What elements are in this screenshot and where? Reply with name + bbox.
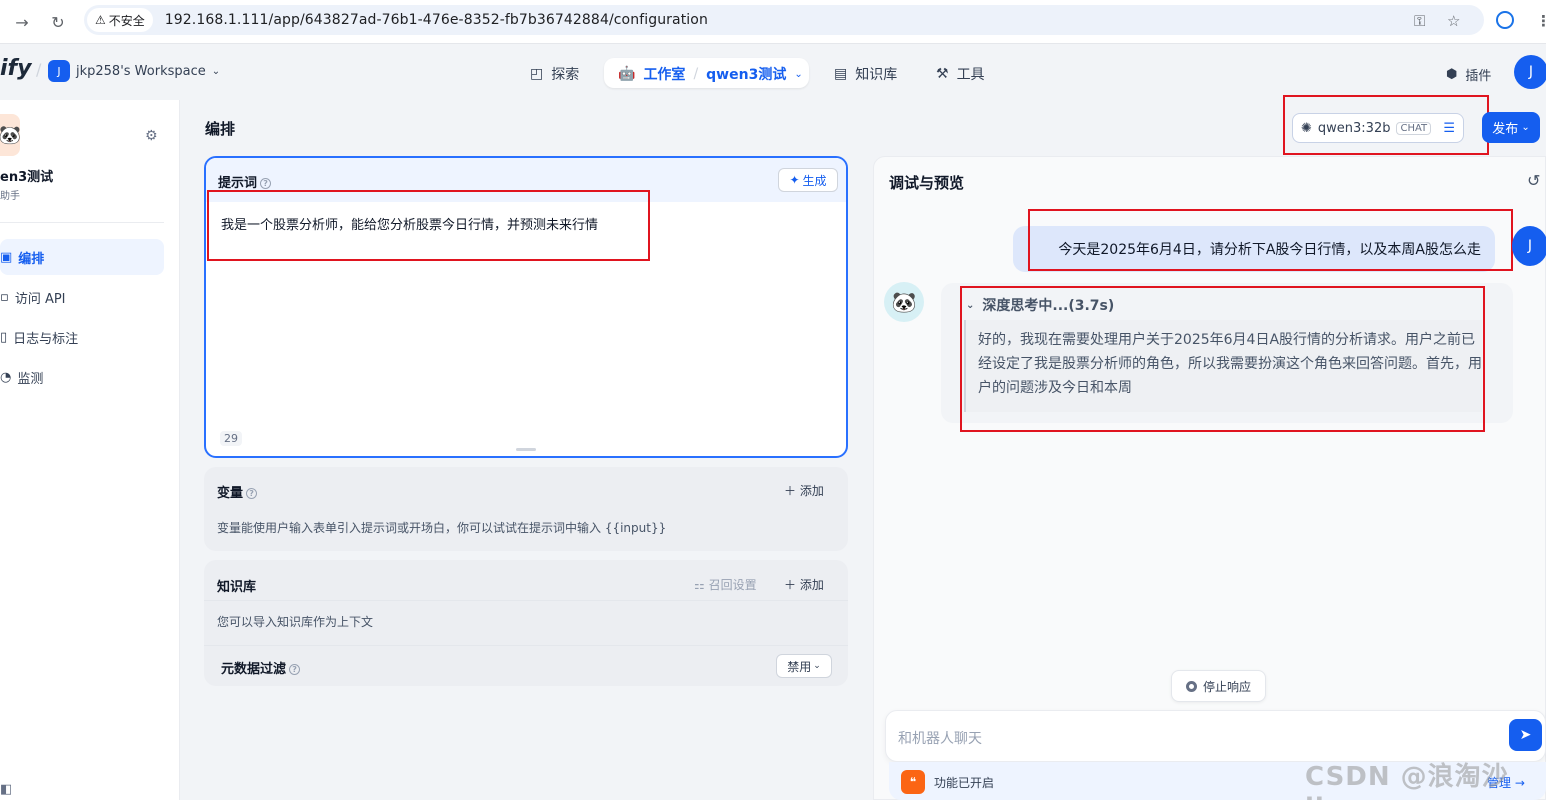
knowledge-description: 您可以导入知识库作为上下文	[217, 615, 374, 629]
add-variable-button[interactable]: ＋ 添加	[784, 482, 824, 499]
page-title: 编排	[205, 120, 236, 138]
chat-input[interactable]: 和机器人聊天	[885, 710, 1546, 762]
app-icon: 🐼	[0, 114, 20, 156]
url-text: 192.168.1.111/app/643827ad-76b1-476e-835…	[164, 12, 708, 28]
settings-sliders-icon[interactable]: ⚙	[145, 128, 158, 144]
chevron-down-icon: ⌄	[966, 299, 975, 311]
star-icon[interactable]: ☆	[1447, 12, 1460, 30]
bot-avatar: 🐼	[884, 282, 924, 322]
sidebar-item-api[interactable]: ▫ 访问 API	[0, 279, 164, 315]
stop-response-button[interactable]: 停止响应	[1171, 670, 1266, 702]
help-icon[interactable]: ?	[246, 488, 258, 499]
warning-icon: ⚠	[95, 13, 106, 27]
user-avatar: J	[1512, 226, 1546, 266]
variables-label: 变量?	[217, 482, 258, 501]
sidebar-item-monitor[interactable]: ◔ 监测	[0, 359, 164, 395]
app-type: 助手	[0, 191, 20, 202]
nav-tools[interactable]: ⚒ 工具	[936, 60, 985, 88]
sidebar-item-orchestrate[interactable]: ▣ 编排	[0, 239, 164, 275]
variables-description: 变量能使用户输入表单引入提示词或开场白，你可以试试在提示词中输入 {{input…	[217, 521, 667, 535]
model-icon: ✺	[1301, 120, 1312, 136]
thinking-content: 好的，我现在需要处理用户关于2025年6月4日A股行情的分析请求。用户之前已经设…	[964, 320, 1482, 412]
workspace-switcher[interactable]: J jkp258's Workspace ⌄	[48, 60, 220, 82]
debug-title: 调试与预览	[889, 174, 965, 192]
security-chip[interactable]: ⚠ 不安全	[87, 8, 153, 32]
chat-placeholder: 和机器人聊天	[898, 731, 982, 747]
user-message: 今天是2025年6月4日，请分析下A股今日行情，以及本周A股怎么走	[1013, 226, 1495, 272]
compass-icon: ◰	[530, 66, 544, 82]
features-label: 功能已开启	[934, 776, 995, 790]
chevron-down-icon: ⌄	[211, 65, 221, 77]
model-selector[interactable]: ✺ qwen3:32b CHAT ☰	[1292, 113, 1464, 143]
user-avatar[interactable]: J	[1514, 55, 1546, 89]
cube-icon: ⬢	[1446, 66, 1458, 82]
profile-icon[interactable]	[1496, 11, 1514, 29]
file-icon: ▯	[0, 329, 8, 345]
resize-handle[interactable]	[516, 448, 536, 451]
nav-explore[interactable]: ◰ 探索	[530, 60, 579, 88]
recall-settings-button[interactable]: ⚏ 召回设置	[694, 576, 757, 593]
metadata-filter-label: 元数据过滤?	[221, 658, 301, 677]
divider: /	[36, 60, 42, 79]
char-count: 29	[220, 431, 242, 446]
knowledge-card: 知识库 ⚏ 召回设置 ＋ 添加 您可以导入知识库作为上下文 元数据过滤? 禁用 ⌄	[204, 560, 848, 686]
workspace-name: jkp258's Workspace	[76, 63, 206, 79]
divider: /	[693, 66, 699, 82]
logo: ify	[0, 56, 32, 81]
sparkle-icon: ✦	[789, 173, 800, 187]
prompt-label: 提示词?	[218, 172, 272, 191]
sliders-icon[interactable]: ☰	[1443, 121, 1455, 136]
add-knowledge-button[interactable]: ＋ 添加	[784, 576, 824, 593]
sidebar-item-logs[interactable]: ▯ 日志与标注	[0, 319, 164, 355]
divider	[204, 600, 848, 601]
nav-app-name[interactable]: qwen3测试	[706, 64, 786, 84]
thinking-toggle[interactable]: ⌄ 深度思考中...(3.7s)	[966, 295, 1114, 315]
stop-icon	[1185, 680, 1197, 692]
prompt-textarea[interactable]: 我是一个股票分析师，能给您分析股票今日行情，并预测未来行情	[221, 214, 598, 233]
watermark: CSDN @浪淘沙jkp	[1305, 762, 1509, 800]
chevron-down-icon: ⌄	[813, 661, 821, 671]
sidebar	[0, 100, 180, 800]
model-type-tag: CHAT	[1396, 121, 1432, 135]
prompt-header: 提示词? ✦ 生成	[206, 158, 846, 202]
workspace-avatar: J	[48, 60, 70, 82]
metadata-filter-select[interactable]: 禁用 ⌄	[776, 654, 832, 678]
layout-icon: ▣	[0, 249, 13, 265]
nav-knowledge[interactable]: ▤ 知识库	[834, 60, 897, 88]
publish-button[interactable]: 发布 ⌄	[1482, 112, 1540, 143]
feature-icon: ❝	[901, 770, 925, 794]
app-name: en3测试	[0, 170, 54, 185]
book-icon: ▤	[834, 66, 848, 82]
variables-card: 变量? ＋ 添加 变量能使用户输入表单引入提示词或开场白，你可以试试在提示词中输…	[204, 467, 848, 551]
help-icon[interactable]: ?	[260, 178, 272, 189]
nav-plugins[interactable]: ⬢ 插件	[1446, 60, 1491, 88]
send-icon: ➤	[1519, 727, 1532, 743]
browser-toolbar: → ↻ ⚠ 不安全 192.168.1.111/app/643827ad-76b1…	[0, 0, 1546, 44]
send-button[interactable]: ➤	[1509, 719, 1542, 751]
knowledge-label: 知识库	[217, 580, 257, 595]
forward-icon[interactable]: →	[10, 10, 34, 34]
terminal-icon: ▫	[0, 289, 9, 305]
chevron-down-icon: ⌄	[794, 68, 803, 80]
nav-studio[interactable]: 🤖 工作室 / qwen3测试 ⌄	[618, 60, 803, 88]
chevron-down-icon: ⌄	[1521, 122, 1530, 133]
reload-icon[interactable]: ↻	[46, 10, 70, 34]
divider	[204, 645, 848, 646]
help-icon[interactable]: ?	[289, 664, 301, 675]
refresh-icon[interactable]: ↺	[1527, 171, 1540, 190]
prompt-card: 提示词? ✦ 生成 我是一个股票分析师，能给您分析股票今日行情，并预测未来行情 2…	[204, 156, 848, 458]
hammer-icon: ⚒	[936, 66, 949, 82]
collapse-icon[interactable]: ◧	[0, 782, 12, 797]
key-icon[interactable]: ⚿	[1414, 12, 1425, 30]
generate-button[interactable]: ✦ 生成	[778, 168, 838, 192]
robot-icon: 🤖	[618, 66, 636, 82]
gauge-icon: ◔	[0, 369, 12, 385]
divider	[0, 222, 164, 223]
more-icon[interactable]: ⋮	[1536, 12, 1546, 30]
address-bar[interactable]: ⚠ 不安全 192.168.1.111/app/643827ad-76b1-476…	[84, 5, 1484, 35]
